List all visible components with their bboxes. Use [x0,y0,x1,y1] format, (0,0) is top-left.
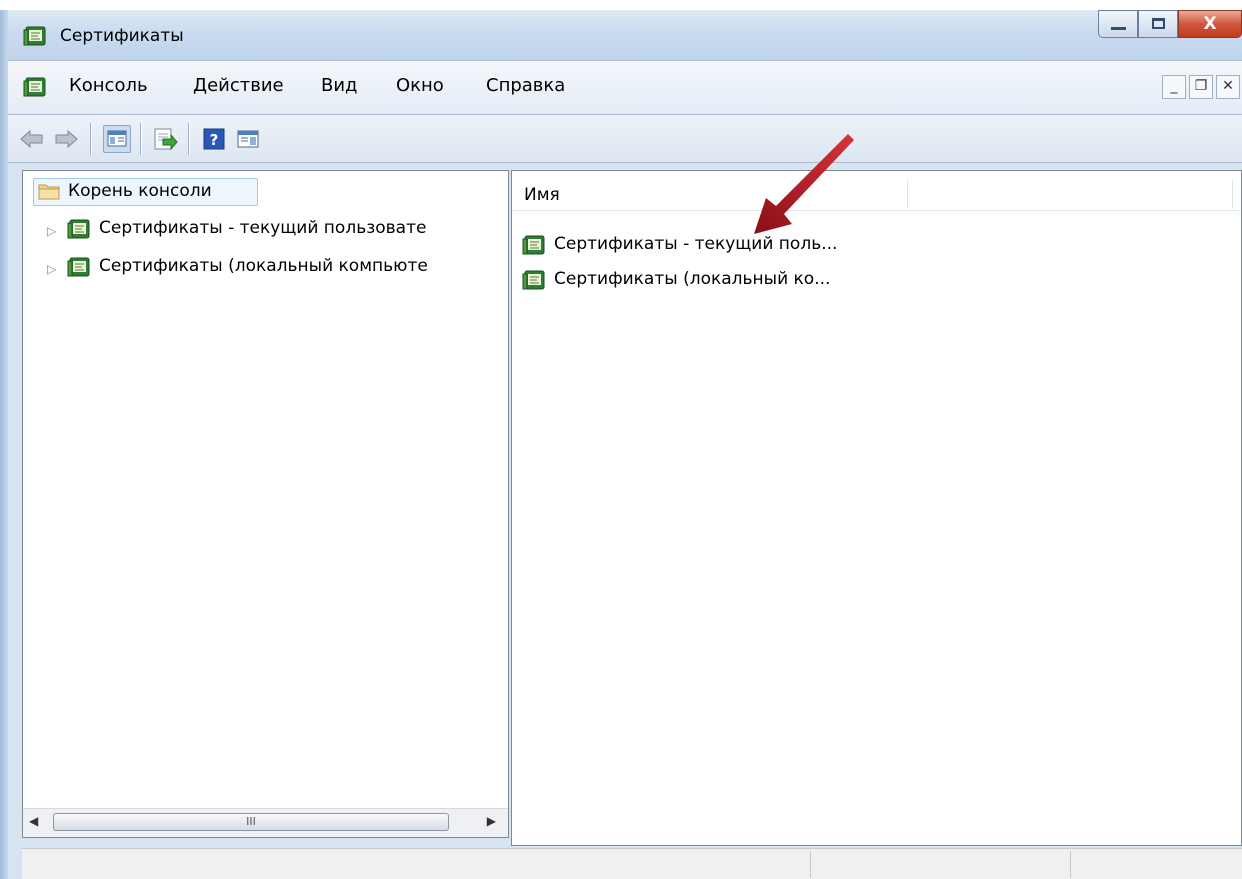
mmc-window: Сертификаты X Консоль Действие Вид Окно … [8,10,1242,879]
tree-item-current-user[interactable]: ▷ Сертификаты - текущий пользовате [47,217,507,245]
scroll-thumb[interactable]: III [53,813,449,831]
folder-icon [38,184,60,200]
snapin-icon [522,235,545,255]
toolbar-separator [140,123,141,155]
tree-item-local-computer[interactable]: ▷ Сертификаты (локальный компьюте [47,255,507,283]
expand-arrow-icon[interactable]: ▷ [47,262,56,276]
title-bar[interactable]: Сертификаты X [8,10,1242,60]
status-divider [1070,851,1071,878]
snapin-icon [522,270,545,290]
snapin-icon [23,26,46,46]
mdi-restore-button[interactable]: ❐ [1189,75,1213,99]
snapin-icon[interactable] [23,77,47,99]
maximize-button[interactable] [1138,10,1178,38]
snapin-icon [67,257,90,277]
status-divider [810,851,811,878]
mdi-close-button[interactable]: ✕ [1216,75,1240,99]
tree-root-label: Корень консоли [68,181,212,201]
list-item-label: Сертификаты (локальный ко... [554,269,831,289]
menu-action[interactable]: Действие [193,75,284,96]
export-list-icon[interactable] [151,125,179,153]
toolbar-separator [188,123,189,155]
scroll-left-icon[interactable]: ◀ [29,814,38,828]
scroll-right-icon[interactable]: ▶ [487,814,496,828]
show-hide-tree-icon [107,130,127,147]
snapin-icon [67,219,90,239]
tree-item-label: Сертификаты - текущий пользовате [99,218,427,238]
status-bar [22,848,1242,879]
menu-console[interactable]: Консоль [69,75,148,96]
menu-bar: Консоль Действие Вид Окно Справка _ ❐ ✕ [8,60,1242,115]
results-pane: Имя Сертификаты - текущий поль... Сертиф… [511,170,1242,846]
back-arrow-icon[interactable] [18,125,46,153]
tree-root-item[interactable]: Корень консоли [33,178,258,206]
forward-arrow-icon[interactable] [52,125,80,153]
menu-window[interactable]: Окно [396,75,444,96]
column-name-header[interactable]: Имя [524,185,560,205]
tree-item-label: Сертификаты (локальный компьюте [99,256,428,276]
show-hide-tree-button[interactable] [103,125,131,153]
toolbar: ? [8,115,1242,163]
close-button[interactable]: X [1178,10,1242,38]
action-pane-icon[interactable] [234,125,262,153]
annotation-arrow-icon [754,134,854,234]
menu-view[interactable]: Вид [321,75,358,96]
column-header: Имя [512,175,1241,211]
column-divider[interactable] [1232,179,1233,209]
column-divider[interactable] [907,179,908,209]
expand-arrow-icon[interactable]: ▷ [47,224,56,238]
console-tree-pane: Корень консоли ▷ Сертификаты - текущий п… [22,170,509,838]
help-icon[interactable]: ? [200,125,228,153]
minimize-button[interactable] [1098,10,1138,38]
horizontal-scrollbar[interactable]: ◀ III ▶ [23,808,508,837]
toolbar-separator [90,123,91,155]
window-title: Сертификаты [60,26,184,46]
svg-text:?: ? [210,131,219,149]
desktop-edge [0,10,8,879]
mdi-minimize-button[interactable]: _ [1162,75,1186,99]
menu-help[interactable]: Справка [486,75,565,96]
